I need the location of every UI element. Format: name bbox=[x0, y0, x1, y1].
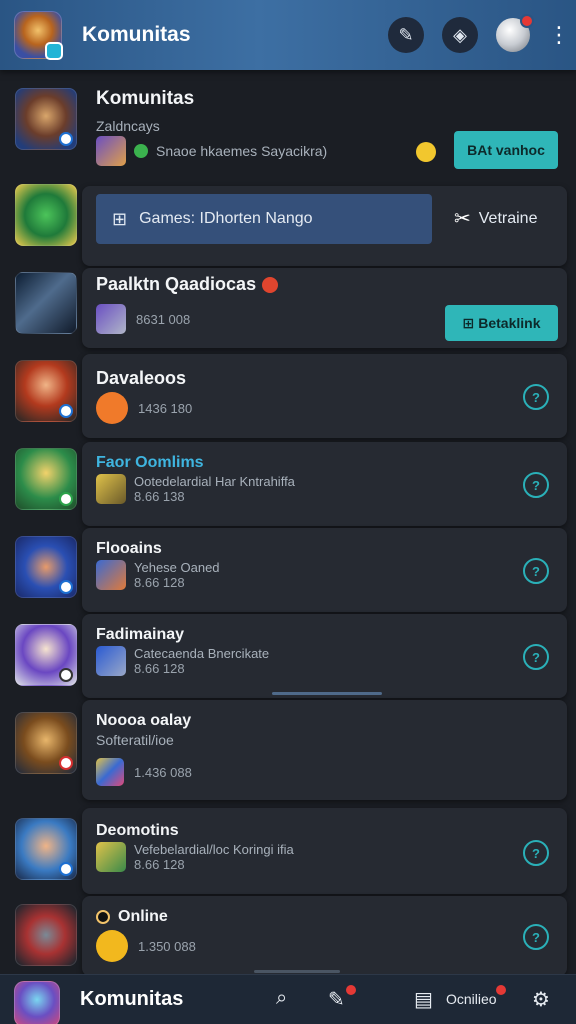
community-thumb-2[interactable] bbox=[15, 184, 77, 246]
notification-dot bbox=[520, 14, 534, 28]
messages-label[interactable]: Ocnilieo bbox=[446, 991, 497, 1007]
info-icon[interactable]: ? bbox=[523, 472, 549, 498]
profile-avatar[interactable] bbox=[496, 14, 534, 52]
list-item-icon bbox=[96, 392, 128, 424]
info-icon[interactable]: ? bbox=[523, 924, 549, 950]
list-item-meta: Catecaenda Bnercikate bbox=[134, 646, 270, 661]
community-status-line: Snaoe hkaemes Sayacikra) bbox=[156, 143, 328, 159]
list-item-icon bbox=[96, 560, 126, 590]
scroll-indicator bbox=[254, 970, 340, 973]
games-filter-toggle[interactable]: ✂ Vetraine bbox=[454, 206, 537, 231]
community-mini-icon bbox=[96, 136, 126, 166]
list-item-count: 1436 180 bbox=[138, 400, 193, 416]
list-item[interactable]: Online 1.350 088 ? bbox=[82, 896, 567, 976]
community-thumb-8[interactable] bbox=[15, 712, 77, 774]
fire-icon bbox=[262, 276, 279, 293]
list-item-count: 1.436 088 bbox=[134, 764, 192, 780]
gamepad-icon[interactable]: ◈ bbox=[442, 17, 478, 53]
notification-dot bbox=[496, 985, 506, 995]
info-icon[interactable]: ? bbox=[523, 644, 549, 670]
grid-icon: ⊞ bbox=[112, 208, 128, 229]
community-thumb-6[interactable] bbox=[15, 536, 77, 598]
list-item-icon bbox=[96, 758, 124, 786]
community-thumb-4[interactable] bbox=[15, 360, 77, 422]
list-item-title: Davaleoos bbox=[96, 368, 187, 388]
featured-mini-icon bbox=[96, 304, 126, 334]
community-thumb-9[interactable] bbox=[15, 818, 77, 880]
list-item-meta: Softeratil/ioe bbox=[96, 732, 174, 748]
community-title: Komunitas bbox=[96, 88, 195, 109]
list-item-icon bbox=[96, 930, 128, 962]
app-title: Komunitas bbox=[82, 23, 191, 46]
list-item-meta: Ootedelardial Har Kntrahiffa bbox=[134, 474, 295, 489]
featured-action-button[interactable]: ⊞ Betaklink bbox=[445, 305, 558, 341]
top-app-bar: Komunitas ✎ ◈ ⋮ bbox=[0, 0, 576, 70]
list-item[interactable]: Flooains Yehese Oaned 8.66 128 ? bbox=[82, 528, 567, 612]
edit-icon[interactable]: ✎ bbox=[388, 17, 424, 53]
search-icon[interactable]: ⌕ bbox=[276, 987, 287, 1010]
list-item-count: 8.66 138 bbox=[134, 489, 185, 504]
app-logo-badge bbox=[45, 42, 63, 60]
add-icon: ⊞ bbox=[462, 314, 475, 331]
info-icon[interactable]: ? bbox=[523, 558, 549, 584]
list-item-count: 8.66 128 bbox=[134, 857, 185, 872]
list-item-title: Noooa oalay bbox=[96, 712, 192, 729]
list-item-icon bbox=[96, 842, 126, 872]
community-thumb-5[interactable] bbox=[15, 448, 77, 510]
info-icon[interactable]: ? bbox=[523, 384, 549, 410]
notification-dot bbox=[346, 985, 356, 995]
settings-icon[interactable]: ⚙ bbox=[532, 987, 550, 1012]
more-icon[interactable]: ⋮ bbox=[548, 22, 570, 48]
drag-handle[interactable] bbox=[272, 692, 382, 695]
featured-card[interactable]: Paalktn Qaadiocas 8631 008 ⊞ Betaklink bbox=[82, 268, 567, 348]
bottom-nav: Komunitas ⌕ ✎ ▤ Ocnilieo ⚙ bbox=[0, 974, 576, 1024]
list-item-title: Fadimainay bbox=[96, 626, 185, 643]
join-button[interactable]: BAt vanhoc bbox=[454, 131, 558, 169]
bottom-app-logo[interactable] bbox=[14, 980, 60, 1024]
community-thumb-10[interactable] bbox=[15, 904, 77, 966]
messages-icon[interactable]: ▤ bbox=[414, 987, 433, 1012]
info-icon[interactable]: ? bbox=[523, 840, 549, 866]
featured-count: 8631 008 bbox=[136, 311, 191, 327]
list-item[interactable]: Fadimainay Catecaenda Bnercikate 8.66 12… bbox=[82, 614, 567, 698]
list-item-meta: Yehese Oaned bbox=[134, 560, 220, 575]
list-item[interactable]: Davaleoos 1436 180 ? bbox=[82, 354, 567, 438]
list-item[interactable]: Deomotins Vefebelardial/loc Koringi ifia… bbox=[82, 808, 567, 894]
app-logo[interactable] bbox=[14, 11, 63, 60]
list-item-icon bbox=[96, 646, 126, 676]
community-thumb-1[interactable] bbox=[15, 88, 77, 150]
list-item-count: 8.66 128 bbox=[134, 575, 185, 590]
coin-icon bbox=[416, 142, 436, 162]
list-item-title: Flooains bbox=[96, 540, 162, 557]
list-item-title: Faor Oomlims bbox=[96, 454, 204, 471]
games-filter-card: ⊞ Games: IDhorten Nango ✂ Vetraine bbox=[82, 186, 567, 266]
games-filter-input[interactable]: ⊞ Games: IDhorten Nango bbox=[96, 194, 432, 244]
shuffle-icon: ✂ bbox=[454, 208, 471, 230]
online-icon bbox=[134, 144, 148, 158]
list-item-meta: Vefebelardial/loc Koringi ifia bbox=[134, 842, 294, 857]
list-item[interactable]: Faor Oomlims Ootedelardial Har Kntrahiff… bbox=[82, 442, 567, 526]
list-item-count: 8.66 128 bbox=[134, 661, 185, 676]
list-item-title: Deomotins bbox=[96, 822, 179, 839]
bottom-title: Komunitas bbox=[80, 988, 184, 1010]
edit-icon[interactable]: ✎ bbox=[328, 987, 345, 1012]
featured-title: Paalktn Qaadiocas bbox=[96, 274, 257, 294]
community-thumb-7[interactable] bbox=[15, 624, 77, 686]
list-item-count: 1.350 088 bbox=[138, 938, 196, 954]
online-indicator-icon bbox=[96, 910, 110, 924]
list-item-title: Online bbox=[118, 908, 168, 925]
list-item[interactable]: Noooa oalay Softeratil/ioe 1.436 088 bbox=[82, 700, 567, 800]
community-thumb-3[interactable] bbox=[15, 272, 77, 334]
list-item-icon bbox=[96, 474, 126, 504]
